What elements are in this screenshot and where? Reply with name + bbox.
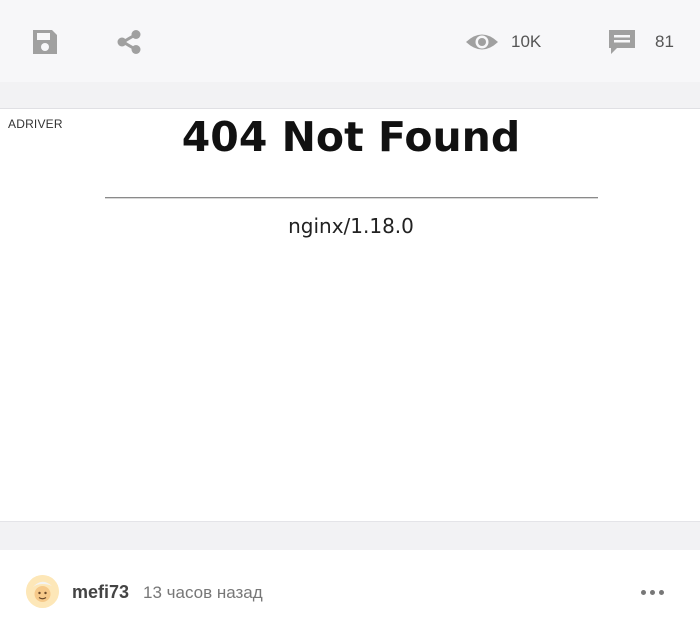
views-count: 10K (511, 32, 542, 51)
avatar[interactable] (26, 575, 59, 608)
more-dots-icon (640, 589, 646, 595)
separator-band (0, 82, 700, 109)
author-bar: mefi73 13 часов назад (0, 550, 700, 619)
comments-button[interactable] (606, 26, 638, 58)
more-dots-icon (649, 589, 655, 595)
share-icon (117, 30, 141, 54)
views-indicator (464, 26, 500, 58)
separator-band (0, 521, 700, 551)
post-toolbar: 10K 81 (0, 0, 700, 82)
post-time: 13 часов назад (143, 583, 263, 602)
author-name[interactable]: mefi73 (72, 581, 129, 603)
error-divider (105, 197, 598, 199)
floppy-disk-icon (33, 30, 57, 54)
avatar-icon (26, 575, 59, 608)
share-button[interactable] (113, 26, 145, 58)
more-options-button[interactable] (634, 582, 670, 602)
comment-icon (609, 30, 635, 54)
comments-count: 81 (655, 32, 674, 51)
server-signature: nginx/1.18.0 (288, 214, 414, 238)
ad-block[interactable]: ADRIVER 404 Not Found nginx/1.18.0 (0, 109, 700, 521)
eye-icon (466, 34, 498, 50)
more-dots-icon (658, 589, 664, 595)
save-button[interactable] (29, 26, 61, 58)
error-title: 404 Not Found (181, 113, 521, 161)
